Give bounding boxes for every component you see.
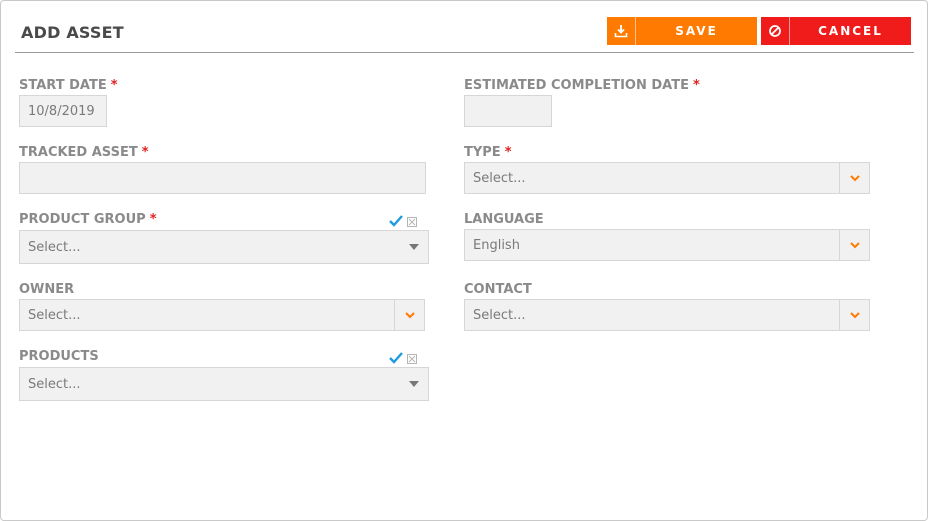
owner-label: OWNER	[19, 282, 75, 297]
cancel-label: CANCEL	[818, 24, 883, 38]
contact-label: CONTACT	[464, 282, 532, 297]
chevron-down-icon[interactable]	[839, 230, 869, 260]
add-asset-dialog: ADD ASSET SAVE CANCEL START DATE * 10/8/2…	[0, 0, 928, 521]
required-marker: *	[141, 145, 149, 160]
download-icon	[607, 17, 636, 45]
caret-down-icon[interactable]	[400, 368, 428, 400]
tracked-asset-input[interactable]	[19, 162, 426, 194]
required-marker: *	[692, 78, 700, 93]
language-select[interactable]: English	[464, 229, 870, 261]
required-marker: *	[149, 212, 157, 227]
product-group-combobox[interactable]: Select...	[19, 230, 429, 264]
required-marker: *	[504, 145, 512, 160]
product-group-toggles	[389, 212, 417, 231]
required-marker: *	[110, 78, 118, 93]
tracked-asset-label: TRACKED ASSET *	[19, 145, 149, 160]
ban-icon	[761, 17, 790, 45]
close-box-icon[interactable]	[407, 349, 417, 368]
language-label: LANGUAGE	[464, 212, 544, 227]
caret-down-icon[interactable]	[400, 231, 428, 263]
estimated-completion-date-input[interactable]	[464, 95, 552, 127]
title-divider	[15, 52, 914, 53]
start-date-input[interactable]: 10/8/2019	[19, 95, 107, 127]
products-toggles	[389, 349, 417, 368]
products-label: PRODUCTS	[19, 349, 99, 364]
type-label: TYPE *	[464, 145, 512, 160]
contact-select[interactable]: Select...	[464, 299, 870, 331]
chevron-down-icon[interactable]	[839, 163, 869, 193]
estimated-completion-date-label: ESTIMATED COMPLETION DATE *	[464, 78, 700, 93]
type-select[interactable]: Select...	[464, 162, 870, 194]
save-label: SAVE	[675, 24, 718, 38]
dialog-title: ADD ASSET	[21, 23, 124, 42]
save-button[interactable]: SAVE	[607, 17, 757, 45]
products-combobox[interactable]: Select...	[19, 367, 429, 401]
start-date-label: START DATE *	[19, 78, 118, 93]
owner-select[interactable]: Select...	[19, 299, 425, 331]
check-icon[interactable]	[389, 212, 403, 231]
check-icon[interactable]	[389, 349, 403, 368]
product-group-label: PRODUCT GROUP *	[19, 212, 157, 227]
chevron-down-icon[interactable]	[839, 300, 869, 330]
chevron-down-icon[interactable]	[394, 300, 424, 330]
cancel-button[interactable]: CANCEL	[761, 17, 911, 45]
close-box-icon[interactable]	[407, 212, 417, 231]
